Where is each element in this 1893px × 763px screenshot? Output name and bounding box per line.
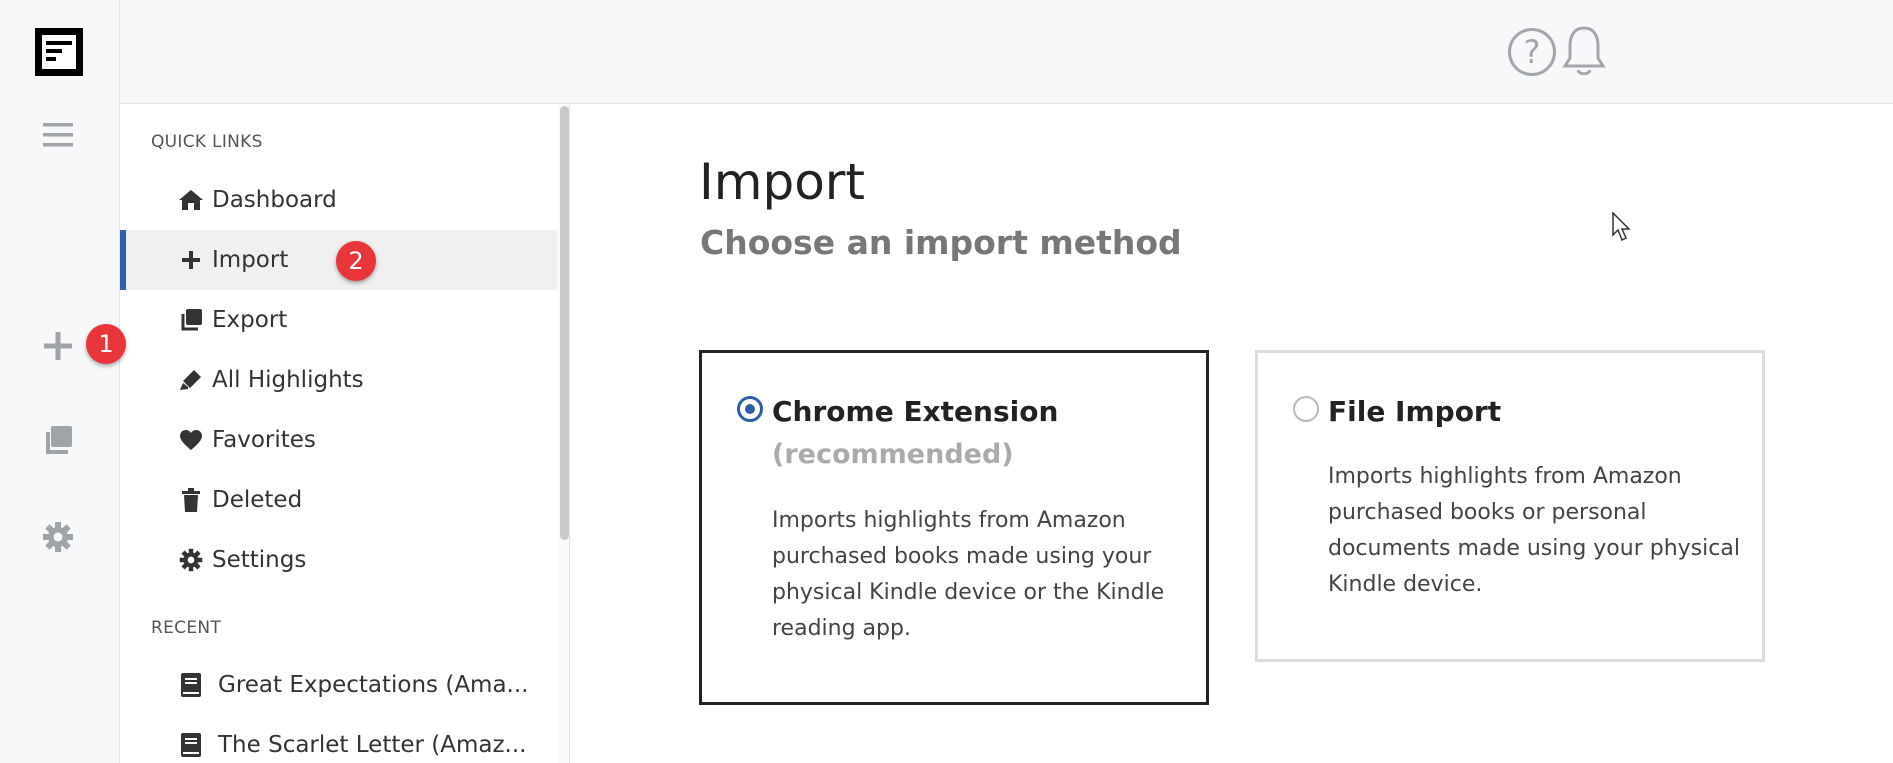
trash-icon (178, 487, 204, 513)
option-title: File Import (1328, 395, 1502, 428)
radio-selected[interactable] (737, 396, 763, 422)
help-circle-icon[interactable]: ? (1508, 28, 1556, 76)
recent-item[interactable]: Great Expectations (Ama... (120, 655, 557, 715)
gear-icon[interactable] (38, 517, 78, 557)
copy-icon (178, 307, 204, 333)
annotation-badge: 1 (86, 324, 126, 364)
hamburger-menu-icon[interactable] (38, 115, 78, 155)
page-title: Import (699, 153, 865, 211)
bell-icon[interactable] (1562, 24, 1606, 78)
sidebar-item-label: Settings (212, 547, 307, 573)
option-description: Imports highlights from Amazon purchased… (1328, 464, 1740, 597)
import-option-file-import[interactable]: File Import Imports highlights from Amaz… (1255, 350, 1765, 662)
sidebar-item-label: Deleted (212, 487, 303, 513)
sidebar-item-label: Export (212, 307, 288, 333)
scrollbar-thumb[interactable] (560, 106, 569, 540)
mouse-cursor-icon (1612, 212, 1631, 242)
annotation-badge: 2 (336, 241, 376, 281)
page-subtitle: Choose an import method (700, 223, 1182, 262)
option-title: Chrome Extension (772, 395, 1059, 428)
sidebar-item-label: Import (212, 247, 289, 273)
top-bar: ? (120, 0, 1893, 104)
copy-icon[interactable] (38, 420, 78, 460)
sidebar-scrollbar[interactable] (557, 104, 569, 763)
sidebar-item-label: Favorites (212, 427, 316, 453)
book-icon (178, 672, 204, 698)
sidebar-item-favorites[interactable]: Favorites (120, 410, 557, 470)
option-description: Imports highlights from Amazon purchased… (772, 508, 1165, 641)
highlighter-icon (178, 367, 204, 393)
sidebar-item-dashboard[interactable]: Dashboard (120, 170, 557, 230)
option-subtitle: (recommended) (772, 439, 1014, 470)
sidebar-item-label: All Highlights (212, 367, 364, 393)
plus-icon (178, 247, 204, 273)
gear-icon (178, 547, 204, 573)
heart-icon (178, 427, 204, 453)
radio-unselected[interactable] (1293, 396, 1319, 422)
plus-icon[interactable] (38, 326, 78, 366)
import-option-chrome-extension[interactable]: Chrome Extension (recommended) Imports h… (699, 350, 1209, 705)
logo-icon[interactable] (35, 28, 83, 76)
recent-item-label: Great Expectations (Ama... (218, 672, 529, 698)
sidebar-item-export[interactable]: Export (120, 290, 557, 350)
sidebar-item-deleted[interactable]: Deleted (120, 470, 557, 530)
quick-links-panel: QUICK LINKS Dashboard Import Export All … (120, 104, 570, 763)
home-icon (178, 187, 204, 213)
recent-heading: RECENT (151, 618, 222, 638)
sidebar-item-settings[interactable]: Settings (120, 530, 557, 590)
book-icon (178, 732, 204, 758)
recent-item-label: The Scarlet Letter (Amaz... (218, 732, 527, 758)
icon-rail (0, 0, 120, 763)
recent-item[interactable]: The Scarlet Letter (Amaz... (120, 715, 557, 763)
sidebar-item-all-highlights[interactable]: All Highlights (120, 350, 557, 410)
sidebar-item-label: Dashboard (212, 187, 337, 213)
quick-links-heading: QUICK LINKS (151, 132, 263, 152)
main-content: Import Choose an import method Chrome Ex… (571, 105, 1893, 763)
